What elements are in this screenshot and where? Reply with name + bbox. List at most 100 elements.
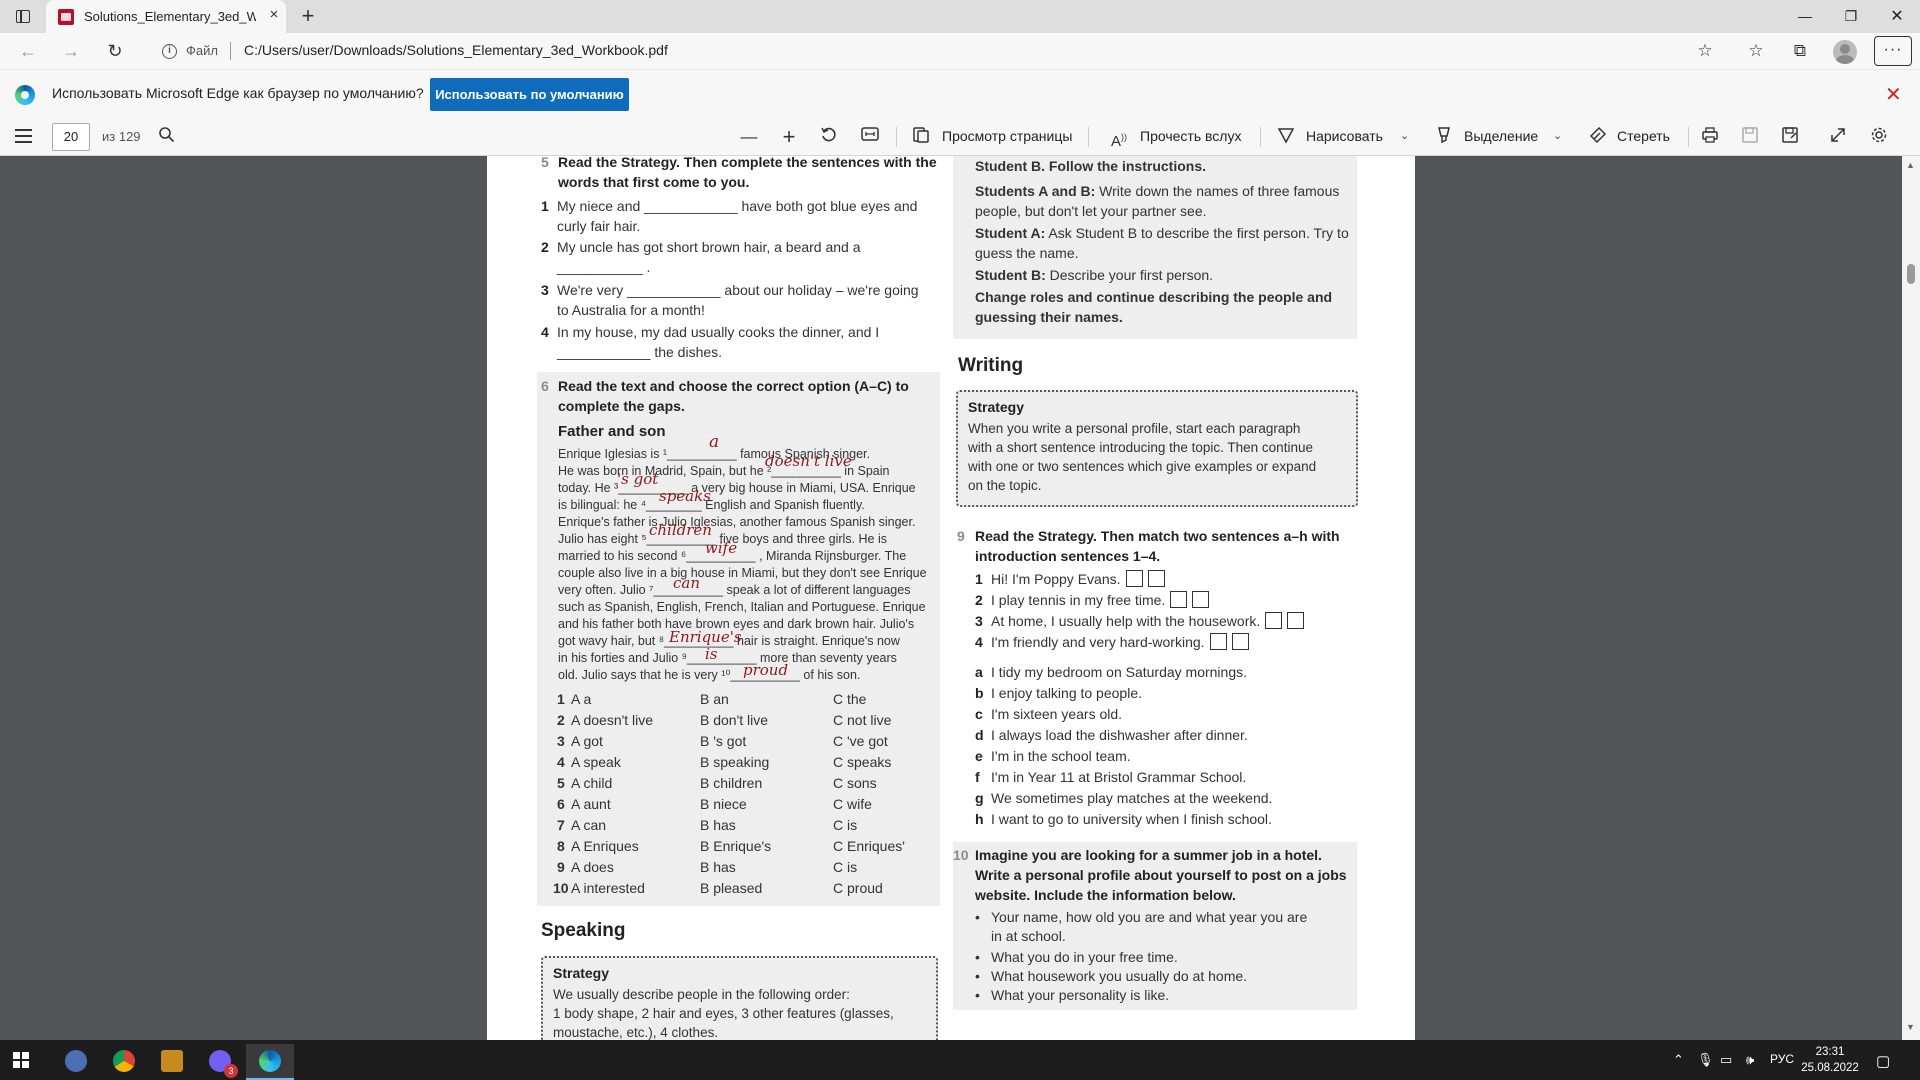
highlight-options-chevron-icon[interactable]: ⌄ [1553,129,1562,142]
windows-start-icon[interactable] [13,1052,30,1069]
settings-more-button[interactable]: ··· [1874,36,1912,66]
back-arrow-icon[interactable]: ← [17,40,39,62]
answer-box[interactable] [1209,633,1227,650]
read-aloud-icon[interactable]: A)) [1108,126,1130,150]
zoom-out-icon[interactable]: — [738,126,760,148]
table-of-contents-icon[interactable] [15,129,32,143]
eraser-icon[interactable] [1587,126,1609,148]
text-line: and his father both have brown eyes and … [558,617,915,631]
edge-logo-icon [15,85,35,105]
draw-button[interactable]: Нарисовать [1306,128,1383,144]
vertical-scrollbar[interactable]: ▲ ▼ [1902,156,1920,1040]
rotate-icon[interactable] [818,126,840,148]
answer-box[interactable] [1192,591,1210,608]
notifications-icon[interactable]: ▢ [1876,1052,1890,1070]
draw-options-chevron-icon[interactable]: ⌄ [1400,129,1409,142]
scheme-label: Файл [186,43,218,58]
read-aloud-button[interactable]: Прочесть вслух [1140,128,1241,144]
site-info-icon[interactable]: i [162,44,177,59]
scrollbar-thumb[interactable] [1907,264,1915,284]
draw-icon[interactable] [1275,126,1297,148]
exercise-6-instructions: Read the text and choose the correct opt… [558,378,909,414]
page-view-button[interactable]: Просмотр страницы [942,128,1072,144]
scroll-down-arrow-icon[interactable]: ▼ [1906,1022,1915,1032]
system-clock[interactable]: 23:31 25.08.2022 [1800,1044,1860,1076]
language-indicator[interactable]: РУС [1770,1052,1794,1066]
pdf-toolbar: 20 из 129 — + Просмотр страницы A)) Проч… [0,117,1920,156]
taskbar-viber-icon[interactable]: 3 [196,1044,244,1080]
scroll-up-arrow-icon[interactable]: ▲ [1906,160,1915,170]
tab-close-icon[interactable]: × [264,6,284,23]
omnibox-divider [230,42,231,60]
save-as-icon[interactable] [1779,126,1801,148]
forward-arrow-icon[interactable]: → [60,40,82,62]
new-tab-button[interactable]: + [294,3,322,29]
add-favorite-icon[interactable]: ☆ [1694,40,1716,62]
collections-icon[interactable]: ⧉ [1789,40,1811,62]
url-text[interactable]: C:/Users/user/Downloads/Solutions_Elemen… [244,42,668,58]
tab-actions-menu-icon[interactable] [12,7,36,27]
print-icon[interactable] [1699,126,1721,148]
answer-box[interactable] [1125,570,1143,587]
text-line: very often. Julio ⁷__________ speak a lo… [558,583,911,597]
zoom-in-icon[interactable]: + [778,126,800,148]
exercise-5-number: 5 [541,156,549,170]
pdf-viewer[interactable]: 5 Read the Strategy. Then complete the s… [0,156,1920,1040]
infobar-close-icon[interactable]: ✕ [1885,82,1902,107]
address-bar: ← → ↻ i Файл C:/Users/user/Downloads/Sol… [0,33,1920,69]
settings-gear-icon[interactable] [1868,126,1890,148]
match-sentence: aI tidy my bedroom on Saturday mornings. [975,664,1248,680]
match-sentence: dI always load the dishwasher after dinn… [975,727,1248,743]
erase-button[interactable]: Стереть [1617,128,1670,144]
handwritten-answer: children [649,521,712,539]
show-hidden-icons-chevron-icon[interactable]: ⌃ [1673,1052,1684,1068]
window-maximize-button[interactable]: ❐ [1828,0,1874,33]
browser-tab[interactable]: Solutions_Elementary_3ed_Work × [46,0,286,33]
answer-box[interactable] [1147,570,1165,587]
microphone-icon[interactable]: 🎙 [1697,1052,1714,1068]
taskbar-chrome-icon[interactable] [100,1044,148,1080]
fullscreen-icon[interactable] [1827,126,1849,148]
taskbar-app-icon[interactable] [148,1044,196,1080]
fit-page-icon[interactable] [859,126,881,148]
page-number-input[interactable]: 20 [52,123,90,151]
highlight-icon[interactable] [1433,126,1455,148]
save-icon[interactable] [1739,126,1761,148]
toolbar-divider [1688,127,1689,147]
exercise-5-item: 1 My niece and ____________ have both got… [541,198,918,234]
answer-box[interactable] [1265,612,1283,629]
taskbar-edge-icon[interactable] [246,1044,294,1080]
text-line: He was born in Madrid, Spain, but he ²__… [558,464,890,478]
window-close-button[interactable]: ✕ [1874,0,1920,33]
bullet-item: • What you do in your free time. [975,949,1178,965]
answer-box[interactable] [1170,591,1188,608]
speaking-heading: Speaking [541,920,626,941]
reload-icon[interactable]: ↻ [104,40,126,62]
handwritten-answer: a [709,432,720,452]
network-icon[interactable]: ▭ [1720,1052,1732,1068]
exercise-9-number: 9 [957,528,965,544]
toolbar-divider [1260,127,1261,147]
answer-box[interactable] [1287,612,1305,629]
answer-box[interactable] [1231,633,1249,650]
highlight-button[interactable]: Выделение [1464,128,1538,144]
text-line: got wavy hair, but ⁸__________ hair is s… [558,634,900,648]
speaking-strategy-box: Strategy We usually describe people in t… [541,956,938,1040]
page-view-icon[interactable] [910,126,932,148]
search-icon[interactable] [156,126,176,148]
toolbar-divider [896,127,897,147]
volume-icon[interactable]: 🕪 [1746,1052,1754,1068]
text-title: Father and son [558,423,666,440]
page-total-label: из 129 [102,129,141,144]
set-default-button[interactable]: Использовать по умолчанию [430,78,629,111]
pdf-file-icon [58,9,74,25]
bullet-item: • What housework you usually do at home. [975,968,1248,984]
match-sentence: bI enjoy talking to people. [975,685,1142,701]
profile-avatar[interactable] [1833,40,1857,64]
window-minimize-button[interactable]: — [1782,0,1828,33]
match-sentence: g We sometimes play matches at the weeken… [975,790,1273,806]
url-field[interactable]: i Файл C:/Users/user/Downloads/Solutions… [148,35,1698,67]
favorites-icon[interactable]: ☆ [1745,40,1767,62]
taskbar-app-game-icon[interactable] [52,1044,100,1080]
intro-sentence: 4 I'm friendly and very hard-working. [975,633,1249,650]
